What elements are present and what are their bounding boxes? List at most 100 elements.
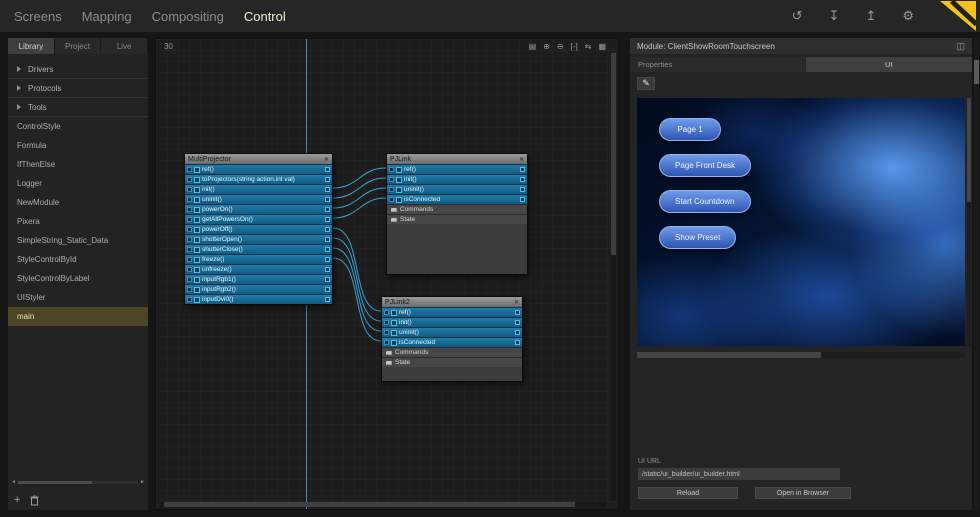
preview-button-start-countdown[interactable]: Start Countdown — [659, 190, 751, 213]
port-checkbox[interactable] — [187, 207, 192, 212]
port-checkbox[interactable] — [187, 287, 192, 292]
node-port-row[interactable]: init() — [382, 317, 522, 327]
library-item-newmodule[interactable]: NewModule — [8, 193, 148, 212]
ui-preview[interactable]: Page 1 Page Front Desk Start Countdown Show… — [637, 98, 965, 346]
library-group-drivers[interactable]: Drivers — [8, 60, 148, 79]
port-connector[interactable] — [515, 330, 520, 335]
preview-horizontal-scrollbar[interactable] — [637, 352, 965, 358]
library-item-formula[interactable]: Formula — [8, 136, 148, 155]
port-checkbox[interactable] — [389, 167, 394, 172]
sidebar-scrollbar[interactable]: ◄ ► — [11, 478, 145, 486]
add-module-button[interactable]: + — [14, 495, 20, 505]
node-port-row[interactable]: toProjectors(string action,int val) — [185, 174, 332, 184]
library-item-ifthenelse[interactable]: IfThenElse — [8, 155, 148, 174]
preview-button-page-front-desk[interactable]: Page Front Desk — [659, 154, 751, 177]
port-connector[interactable] — [325, 237, 330, 242]
canvas-vertical-scrollbar[interactable] — [611, 53, 616, 501]
open-in-browser-button[interactable]: Open in Browser — [755, 487, 851, 499]
node-canvas[interactable]: 30 ▤⊕⊖[-]⇆▦ MultiProjector ✕ ref()toProj… — [155, 38, 619, 510]
node-multiprojector[interactable]: MultiProjector ✕ ref()toProjectors(strin… — [184, 153, 333, 305]
node-folder-row[interactable]: Commands — [387, 204, 527, 214]
scroll-thumb[interactable] — [637, 352, 821, 358]
port-connector[interactable] — [515, 340, 520, 345]
port-connector[interactable] — [515, 310, 520, 315]
port-checkbox[interactable] — [187, 247, 192, 252]
port-checkbox[interactable] — [187, 197, 192, 202]
node-port-row[interactable]: uninit() — [382, 327, 522, 337]
node-port-row[interactable]: ref() — [185, 164, 332, 174]
port-checkbox[interactable] — [384, 330, 389, 335]
node-port-row[interactable]: powerOn() — [185, 204, 332, 214]
node-port-row[interactable]: getAllPowersOn() — [185, 214, 332, 224]
port-checkbox[interactable] — [187, 297, 192, 302]
close-icon[interactable]: ✕ — [324, 156, 329, 163]
library-item-main[interactable]: main — [8, 307, 148, 326]
node-port-row[interactable]: init() — [185, 184, 332, 194]
scroll-track[interactable] — [18, 481, 138, 484]
port-connector[interactable] — [325, 207, 330, 212]
scroll-thumb[interactable] — [18, 481, 92, 484]
reload-button[interactable]: Reload — [638, 487, 738, 499]
preview-button-page-1[interactable]: Page 1 — [659, 118, 721, 141]
node-pjlink2[interactable]: PJLink2 ✕ ref()init()uninit()isConnected… — [381, 296, 523, 382]
port-checkbox[interactable] — [187, 277, 192, 282]
port-checkbox[interactable] — [389, 187, 394, 192]
scroll-thumb[interactable] — [967, 98, 971, 202]
node-port-row[interactable]: shutterOpen() — [185, 234, 332, 244]
tab-live[interactable]: Live — [101, 38, 148, 54]
node-port-row[interactable]: powerOff() — [185, 224, 332, 234]
preview-button-show-preset[interactable]: Show Preset — [659, 226, 736, 249]
port-connector[interactable] — [325, 167, 330, 172]
node-pjlink[interactable]: PJLink ✕ ref()init()uninit()isConnectedC… — [386, 153, 528, 275]
library-item-stylecontrolbylabel[interactable]: StyleControlByLabel — [8, 269, 148, 288]
library-item-controlstyle[interactable]: ControlStyle — [8, 117, 148, 136]
tab-properties[interactable]: Properties — [630, 57, 805, 72]
tab-project[interactable]: Project — [55, 38, 102, 54]
menu-compositing[interactable]: Compositing — [152, 9, 224, 24]
port-checkbox[interactable] — [389, 197, 394, 202]
port-checkbox[interactable] — [187, 257, 192, 262]
library-group-protocols[interactable]: Protocols — [8, 79, 148, 98]
library-item-logger[interactable]: Logger — [8, 174, 148, 193]
port-checkbox[interactable] — [187, 267, 192, 272]
close-icon[interactable]: ✕ — [514, 299, 519, 306]
menu-mapping[interactable]: Mapping — [82, 9, 132, 24]
port-checkbox[interactable] — [384, 320, 389, 325]
port-connector[interactable] — [325, 277, 330, 282]
scroll-thumb[interactable] — [164, 502, 574, 507]
scroll-thumb[interactable] — [611, 53, 616, 255]
port-connector[interactable] — [325, 227, 330, 232]
port-checkbox[interactable] — [187, 187, 192, 192]
node-port-row[interactable]: isConnected — [382, 337, 522, 347]
panel-vertical-scrollbar[interactable] — [974, 38, 979, 510]
port-connector[interactable] — [520, 187, 525, 192]
ui-url-input[interactable] — [638, 468, 840, 480]
node-header[interactable]: MultiProjector ✕ — [185, 154, 332, 164]
port-connector[interactable] — [325, 287, 330, 292]
port-connector[interactable] — [325, 297, 330, 302]
close-icon[interactable]: ✕ — [519, 156, 524, 163]
port-connector[interactable] — [325, 177, 330, 182]
port-connector[interactable] — [325, 257, 330, 262]
download-icon[interactable]: ↧ — [829, 8, 840, 24]
port-connector[interactable] — [520, 177, 525, 182]
upload-icon[interactable]: ↥ — [865, 8, 876, 24]
port-connector[interactable] — [325, 187, 330, 192]
node-port-row[interactable]: freeze() — [185, 254, 332, 264]
port-connector[interactable] — [515, 320, 520, 325]
scroll-thumb[interactable] — [974, 60, 979, 84]
node-port-row[interactable]: inputRgb2() — [185, 284, 332, 294]
port-checkbox[interactable] — [187, 177, 192, 182]
port-connector[interactable] — [325, 197, 330, 202]
port-connector[interactable] — [520, 167, 525, 172]
port-connector[interactable] — [325, 247, 330, 252]
panel-layout-icon[interactable]: ◫ — [956, 41, 965, 52]
port-checkbox[interactable] — [384, 340, 389, 345]
menu-screens[interactable]: Screens — [14, 9, 62, 24]
port-checkbox[interactable] — [187, 237, 192, 242]
node-port-row[interactable]: ref() — [387, 164, 527, 174]
node-header[interactable]: PJLink ✕ — [387, 154, 527, 164]
node-port-row[interactable]: inputDvi0() — [185, 294, 332, 304]
delete-trash-icon[interactable] — [30, 495, 39, 506]
node-port-row[interactable]: inputRgb1() — [185, 274, 332, 284]
